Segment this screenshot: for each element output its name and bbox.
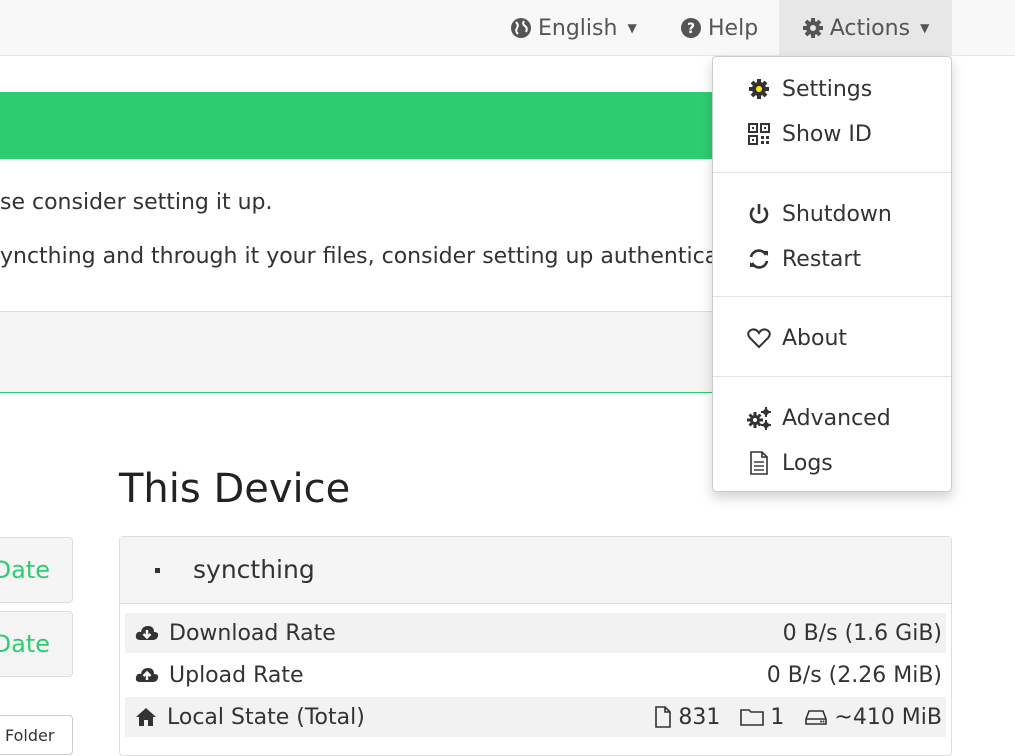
actions-dropdown-menu: Settings Show ID Shutdown Restart About … <box>712 56 952 492</box>
alert-line-authentication: yncthing and through it your files, cons… <box>0 244 747 269</box>
question-circle-icon: ? <box>681 18 701 38</box>
help-link[interactable]: ? Help <box>680 0 758 56</box>
menu-item-about-label: About <box>782 325 848 351</box>
top-navbar: English ▼ ? Help Actions ▼ <box>0 0 1015 56</box>
local-folders-count: 1 <box>770 704 785 730</box>
chevron-down-icon: ▼ <box>627 21 637 35</box>
menu-item-advanced-label: Advanced <box>782 405 891 431</box>
add-folder-button[interactable]: Folder <box>0 715 73 755</box>
local-state-row: Local State (Total) 831 1 ~410 MiB <box>125 697 946 737</box>
local-size: ~410 MiB <box>834 704 942 730</box>
language-dropdown[interactable]: English ▼ <box>510 0 637 56</box>
qrcode-icon <box>748 123 770 145</box>
refresh-icon <box>749 249 769 269</box>
menu-item-settings[interactable]: Settings <box>713 67 951 111</box>
globe-icon <box>511 18 531 38</box>
chevron-down-icon: ▼ <box>920 21 930 35</box>
alert-line-setup: se consider setting it up. <box>0 190 273 215</box>
help-label: Help <box>708 15 759 41</box>
actions-dropdown[interactable]: Actions ▼ <box>779 0 952 56</box>
menu-item-settings-label: Settings <box>782 76 873 102</box>
folder-icon <box>740 709 765 726</box>
actions-label: Actions <box>829 15 911 41</box>
power-icon <box>749 204 769 224</box>
device-name: syncthing <box>193 555 315 584</box>
cloud-download-icon <box>135 626 159 640</box>
upload-rate-label: Upload Rate <box>169 662 304 688</box>
menu-item-show-id-label: Show ID <box>782 121 872 147</box>
menu-item-show-id[interactable]: Show ID <box>713 112 951 156</box>
cloud-upload-icon <box>135 668 159 682</box>
menu-item-restart-label: Restart <box>782 246 862 272</box>
upload-rate-value: 0 B/s (2.26 MiB) <box>766 662 942 688</box>
cogs-icon <box>747 407 771 430</box>
folder-status-button-2[interactable]: Date <box>0 611 73 677</box>
menu-item-shutdown-label: Shutdown <box>782 201 892 227</box>
menu-item-logs[interactable]: Logs <box>713 441 951 485</box>
section-title-this-device: This Device <box>119 466 351 512</box>
device-identicon <box>155 568 160 573</box>
gear-icon <box>749 79 769 99</box>
download-rate-row: Download Rate 0 B/s (1.6 GiB) <box>125 613 946 653</box>
download-rate-value: 0 B/s (1.6 GiB) <box>782 620 942 646</box>
upload-rate-row: Upload Rate 0 B/s (2.26 MiB) <box>125 655 946 695</box>
device-panel: syncthing Download Rate 0 B/s (1.6 GiB) … <box>119 536 952 756</box>
device-panel-heading[interactable]: syncthing <box>120 537 951 604</box>
folder-status-button-1[interactable]: Date <box>0 537 73 603</box>
document-icon <box>750 451 768 475</box>
hdd-icon <box>805 710 828 725</box>
menu-divider <box>713 376 951 377</box>
gear-icon <box>802 18 823 38</box>
menu-item-logs-label: Logs <box>782 450 833 476</box>
local-state-label: Local State (Total) <box>167 704 365 730</box>
menu-item-about[interactable]: About <box>713 316 951 360</box>
menu-item-shutdown[interactable]: Shutdown <box>713 192 951 236</box>
heart-icon <box>747 328 771 349</box>
home-icon <box>136 708 156 726</box>
download-rate-label: Download Rate <box>169 620 336 646</box>
file-icon <box>655 706 672 728</box>
menu-divider <box>713 172 951 173</box>
menu-divider <box>713 296 951 297</box>
menu-item-restart[interactable]: Restart <box>713 237 951 281</box>
menu-item-advanced[interactable]: Advanced <box>713 396 951 440</box>
svg-text:?: ? <box>687 21 695 37</box>
language-label: English <box>538 15 618 41</box>
local-files-count: 831 <box>678 704 721 730</box>
